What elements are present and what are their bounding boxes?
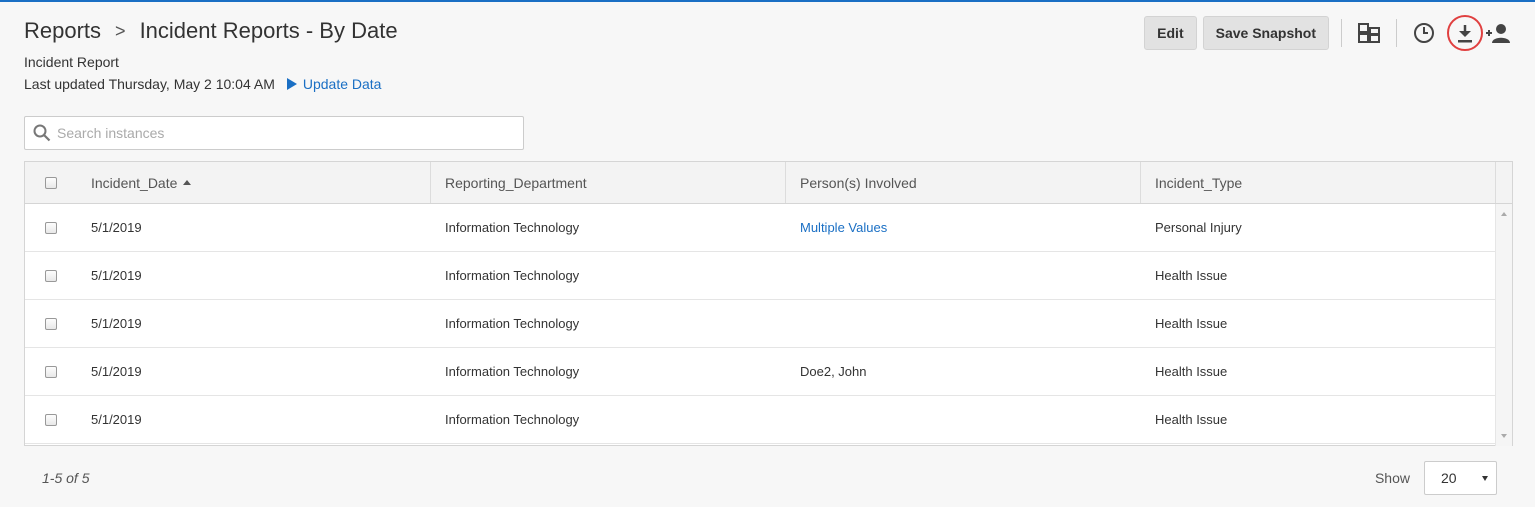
cell-date: 5/1/2019	[91, 412, 142, 427]
column-header-persons-involved[interactable]: Person(s) Involved	[786, 162, 1141, 203]
row-checkbox[interactable]	[45, 269, 57, 282]
cell-type: Health Issue	[1155, 412, 1228, 427]
search-box	[24, 116, 524, 150]
cell-persons	[786, 252, 1141, 299]
last-updated-text: Last updated Thursday, May 2 10:04 AM	[24, 76, 275, 92]
select-all-checkbox[interactable]	[45, 176, 57, 189]
cell-persons: Doe2, John	[800, 364, 867, 379]
breadcrumb-separator: >	[115, 20, 126, 41]
multiple-values-link[interactable]: Multiple Values	[800, 220, 887, 235]
cell-persons	[786, 396, 1141, 443]
search-icon	[33, 124, 51, 142]
report-subtitle: Incident Report	[24, 54, 119, 70]
cell-type: Health Issue	[1155, 364, 1228, 379]
search-input[interactable]	[57, 125, 523, 141]
row-checkbox[interactable]	[45, 317, 57, 330]
cell-department: Information Technology	[445, 268, 580, 283]
cell-type: Health Issue	[1155, 316, 1228, 331]
grid-layout-icon[interactable]	[1354, 18, 1384, 48]
update-data-link[interactable]: Update Data	[286, 76, 382, 92]
save-snapshot-button[interactable]: Save Snapshot	[1202, 16, 1329, 50]
incident-table: Incident_Date Reporting_Department Perso…	[24, 161, 1513, 446]
edit-button[interactable]: Edit	[1144, 16, 1197, 50]
column-header-reporting-department[interactable]: Reporting_Department	[431, 162, 786, 203]
column-header-incident-type[interactable]: Incident_Type	[1141, 162, 1496, 203]
scroll-up-icon[interactable]	[1501, 212, 1507, 216]
clock-icon[interactable]	[1409, 18, 1439, 48]
cell-persons	[786, 300, 1141, 347]
toolbar-divider	[1341, 19, 1342, 47]
cell-persons: Multiple Values	[786, 204, 1141, 251]
pagination-info: 1-5 of 5	[42, 470, 90, 486]
cell-type: Health Issue	[1155, 268, 1228, 283]
play-icon	[286, 78, 297, 90]
row-checkbox-cell	[25, 348, 77, 395]
download-icon[interactable]	[1450, 18, 1480, 48]
cell-department: Information Technology	[445, 316, 580, 331]
table-body: 5/1/2019 Information Technology Multiple…	[25, 204, 1512, 446]
toolbar: Edit Save Snapshot	[1138, 15, 1511, 51]
table-row[interactable]: 5/1/2019 Information Technology Health I…	[25, 396, 1512, 444]
select-all-cell	[25, 162, 77, 203]
show-label: Show	[1374, 470, 1410, 486]
row-checkbox-cell	[25, 300, 77, 347]
sort-ascending-icon	[183, 180, 192, 185]
cell-department: Information Technology	[445, 220, 580, 235]
table-row[interactable]: 5/1/2019 Information Technology Multiple…	[25, 204, 1512, 252]
toolbar-divider-2	[1396, 19, 1397, 47]
page-size-select[interactable]: 20	[1424, 461, 1497, 495]
breadcrumb-reports-link[interactable]: Reports	[24, 18, 101, 44]
download-highlight	[1447, 15, 1483, 51]
page-title: Incident Reports - By Date	[139, 18, 398, 43]
scroll-down-icon[interactable]	[1501, 434, 1507, 438]
row-checkbox[interactable]	[45, 365, 57, 378]
column-header-incident-date[interactable]: Incident_Date	[77, 162, 431, 203]
page-size-value: 20	[1441, 470, 1457, 486]
row-checkbox-cell	[25, 396, 77, 443]
cell-date: 5/1/2019	[91, 316, 142, 331]
table-header: Incident_Date Reporting_Department Perso…	[25, 162, 1512, 204]
table-row[interactable]: 5/1/2019 Information Technology Health I…	[25, 252, 1512, 300]
cell-department: Information Technology	[445, 412, 580, 427]
add-user-icon[interactable]	[1485, 18, 1511, 48]
row-checkbox-cell	[25, 252, 77, 299]
breadcrumb: Reports > Incident Reports - By Date	[24, 18, 398, 44]
page-size-control: Show 20	[1375, 461, 1497, 495]
last-updated-row: Last updated Thursday, May 2 10:04 AM Up…	[24, 76, 381, 92]
row-checkbox[interactable]	[45, 413, 57, 426]
cell-type: Personal Injury	[1155, 220, 1242, 235]
table-scrollbar[interactable]	[1495, 204, 1512, 446]
update-data-label: Update Data	[302, 76, 382, 92]
cell-department: Information Technology	[445, 364, 580, 379]
table-row[interactable]: 5/1/2019 Information Technology Health I…	[25, 300, 1512, 348]
table-row[interactable]: 5/1/2019 Information Technology Doe2, Jo…	[25, 348, 1512, 396]
cell-date: 5/1/2019	[91, 268, 142, 283]
row-checkbox[interactable]	[45, 221, 57, 234]
column-header-filler	[1496, 162, 1512, 203]
cell-date: 5/1/2019	[91, 220, 142, 235]
chevron-down-icon	[1482, 475, 1488, 481]
row-checkbox-cell	[25, 204, 77, 251]
cell-date: 5/1/2019	[91, 364, 142, 379]
